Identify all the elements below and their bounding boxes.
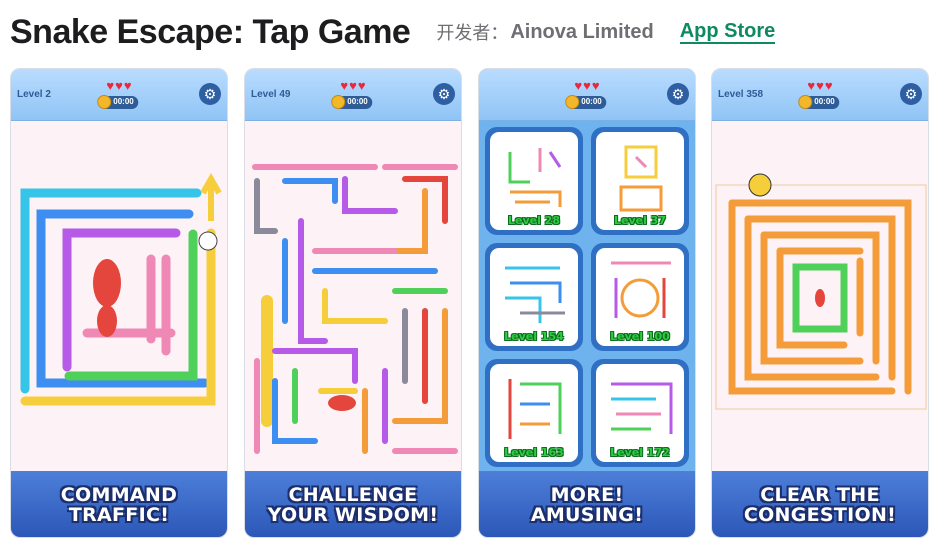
lives-hearts: ♥ ♥ ♥ [574,79,599,92]
level-card[interactable]: Level 37 [591,127,689,235]
heart-icon: ♥ [591,78,600,93]
promo-banner: CLEAR THE CONGESTION! [712,471,928,537]
screenshot-1[interactable]: Level 2 ♥ ♥ ♥ 00:00 ⚙ COMMAND TRAFFIC! [10,68,228,538]
snake-green [64,229,198,381]
developer-label: 开发者： [436,23,509,44]
snake-maze-board [252,164,458,454]
lives-hearts: ♥ ♥ ♥ [807,79,832,92]
heart-icon: ♥ [115,78,123,93]
heart-icon: ♥ [574,78,583,93]
snake-purple [62,228,181,372]
level-label: Level 358 [718,89,764,100]
heart-icon: ♥ [106,78,115,93]
timer-value: 00:00 [113,97,134,106]
up-arrow [200,172,222,221]
level-card-label: Level 163 [504,446,564,459]
coin-icon [565,95,580,109]
timer-value: 00:00 [347,97,368,106]
banner-line-2: YOUR WISDOM! [267,504,439,526]
red-snake-head [93,259,121,307]
lives-hearts: ♥ ♥ ♥ [106,79,131,92]
heart-icon: ♥ [807,78,816,93]
screenshot-gallery: Level 2 ♥ ♥ ♥ 00:00 ⚙ COMMAND TRAFFIC! L… [10,68,930,540]
promo-banner: MORE! AMUSING! [479,471,695,537]
heart-icon: ♥ [816,78,824,93]
spiral-board [715,173,927,410]
level-card-label: Level 100 [610,330,670,343]
gear-icon[interactable]: ⚙ [433,83,455,105]
heart-icon: ♥ [123,78,132,93]
banner-line-2: TRAFFIC! [68,504,170,526]
pointer-hand-icon [198,231,218,251]
app-header: Snake Escape: Tap Game 开发者： Ainova Limit… [10,10,930,54]
heart-icon: ♥ [340,78,349,93]
timer: 00:00 [331,95,373,109]
gear-icon[interactable]: ⚙ [667,83,689,105]
promo-banner: COMMAND TRAFFIC! [11,471,227,537]
level-card-label: Level 28 [507,214,560,227]
coin-icon [97,95,112,109]
level-card-label: Level 154 [504,330,564,343]
gear-icon[interactable]: ⚙ [199,83,221,105]
lives-hearts: ♥ ♥ ♥ [340,79,365,92]
timer-value: 00:00 [581,97,602,106]
app-title: Snake Escape: Tap Game [10,12,411,51]
screenshot-3[interactable]: ♥ ♥ ♥ 00:00 ⚙ Level 28 Level 37 Level 15… [478,68,696,538]
banner-line-1: MORE! [550,484,624,506]
level-label: Level 49 [251,89,291,100]
banner-line-1: CHALLENGE [288,484,418,506]
game-topbar: Level 358 ♥ ♥ ♥ 00:00 ⚙ [712,69,928,121]
banner-line-2: CONGESTION! [743,504,897,526]
level-label: Level 2 [17,89,51,100]
timer: 00:00 [97,95,139,109]
timer: 00:00 [565,95,607,109]
heart-icon: ♥ [349,78,357,93]
level-card[interactable]: Level 154 [485,243,583,351]
timer-value: 00:00 [814,97,835,106]
level-card-grid: Level 28 Level 37 Level 154 Level 100 Le… [485,127,691,471]
pacman-icon [748,173,772,197]
level-card[interactable]: Level 172 [591,359,689,467]
coin-icon [331,95,346,109]
level-card[interactable]: Level 163 [485,359,583,467]
banner-line-1: COMMAND [60,484,178,506]
snake-board [20,172,222,406]
game-topbar: ♥ ♥ ♥ 00:00 ⚙ [479,69,695,121]
gear-icon[interactable]: ⚙ [900,83,922,105]
screenshot-4[interactable]: Level 358 ♥ ♥ ♥ 00:00 ⚙ CLEAR THE CONGES… [711,68,929,538]
timer: 00:00 [798,95,840,109]
banner-line-1: CLEAR THE [760,484,880,506]
level-card-label: Level 172 [610,446,670,459]
banner-line-2: AMUSING! [530,504,644,526]
level-card[interactable]: Level 28 [485,127,583,235]
heart-icon: ♥ [583,78,591,93]
developer-name[interactable]: Ainova Limited [510,21,653,44]
game-topbar: Level 49 ♥ ♥ ♥ 00:00 ⚙ [245,69,461,121]
level-card-label: Level 37 [613,214,666,227]
red-snake [328,395,356,411]
heart-icon: ♥ [824,78,833,93]
app-store-link[interactable]: App Store [679,20,776,44]
promo-banner: CHALLENGE YOUR WISDOM! [245,471,461,537]
game-topbar: Level 2 ♥ ♥ ♥ 00:00 ⚙ [11,69,227,121]
heart-icon: ♥ [357,78,366,93]
coin-icon [798,95,813,109]
screenshot-2[interactable]: Level 49 ♥ ♥ ♥ 00:00 ⚙ CHALLENGE YOUR WI… [244,68,462,538]
red-snake [815,289,825,307]
red-snake-body [97,305,117,337]
level-card[interactable]: Level 100 [591,243,689,351]
